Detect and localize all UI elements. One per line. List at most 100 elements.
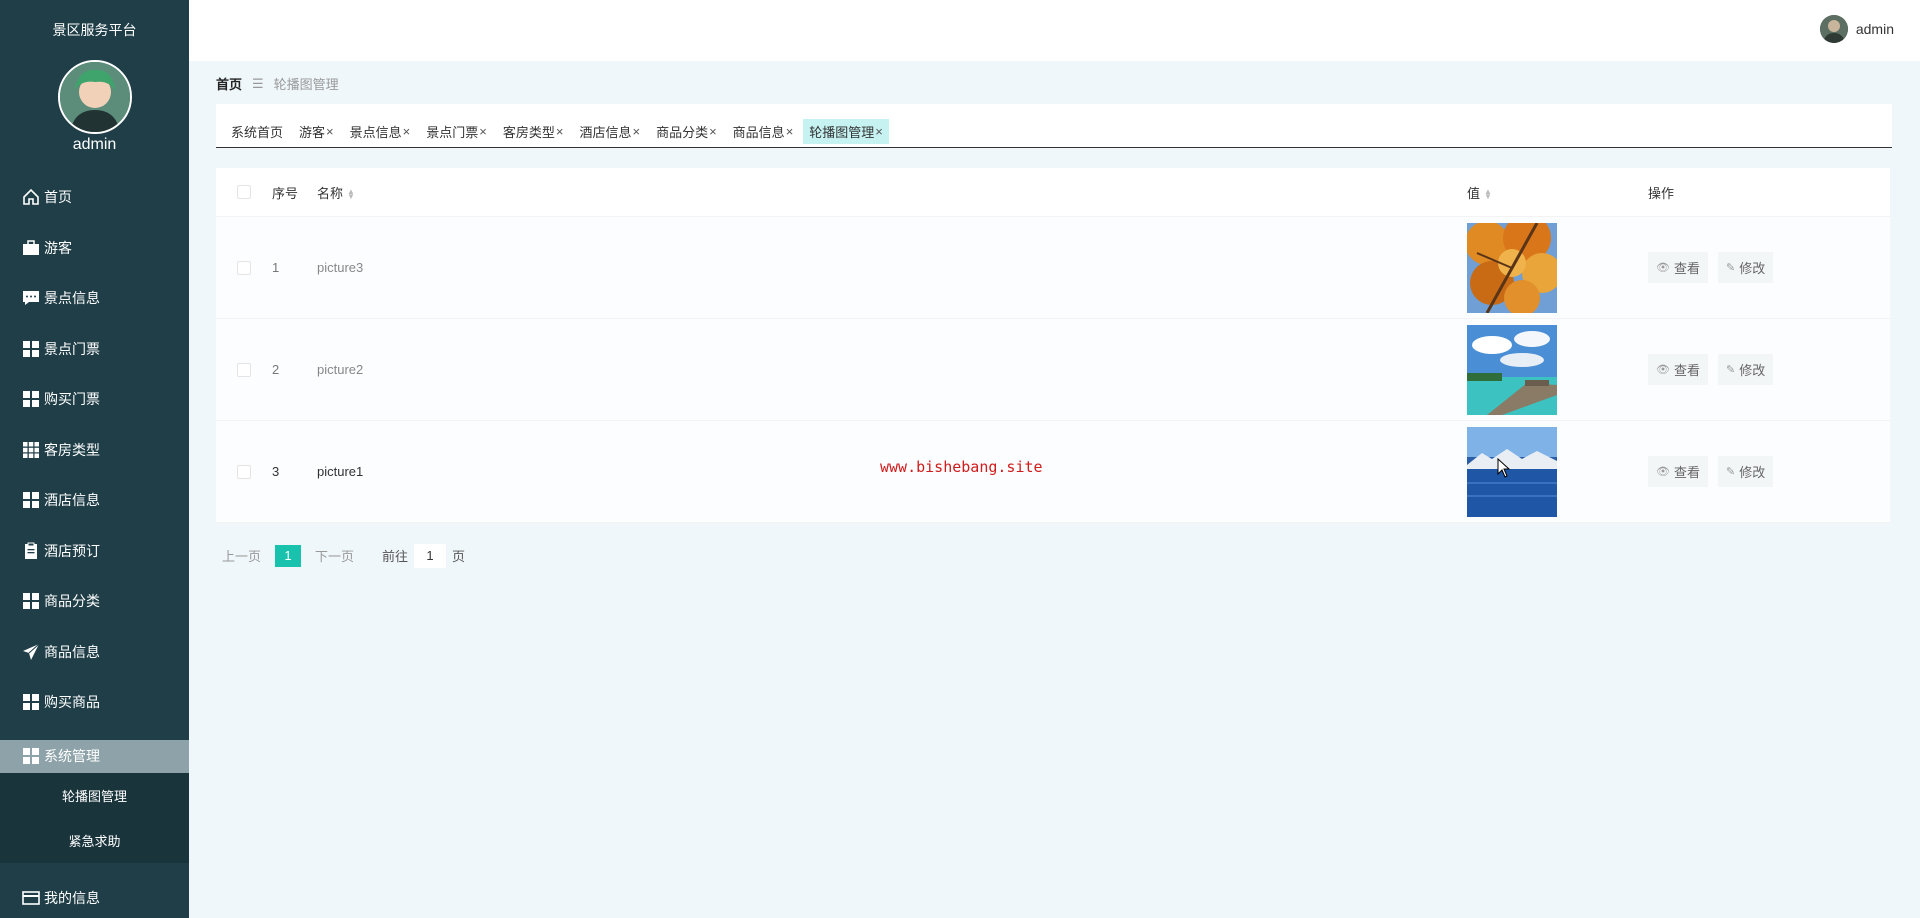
sidebar-menu: 首页 游客 景点信息 景点门票 购买门票 客房类型 酒店信息 酒店预订 商品分类… [0, 172, 189, 863]
close-icon[interactable]: × [479, 124, 487, 139]
sidebar-item-label: 游客 [44, 239, 72, 256]
prev-page-button[interactable]: 上一页 [216, 542, 267, 569]
close-icon[interactable]: × [326, 124, 334, 139]
sidebar-item-scenic-info[interactable]: 景点信息 [0, 273, 189, 324]
sidebar-item-system[interactable]: 系统管理 [0, 739, 189, 773]
tab-home[interactable]: 系统首页 [225, 119, 289, 144]
briefcase-icon [22, 239, 40, 257]
grid-icon [22, 693, 40, 711]
clipboard-icon [22, 542, 40, 560]
sidebar-item-goods-category[interactable]: 商品分类 [0, 576, 189, 627]
watermark: www.bishebang.site [880, 458, 1043, 476]
row-index: 2 [272, 362, 280, 377]
sidebar-item-label: 景点信息 [44, 290, 100, 307]
next-page-button[interactable]: 下一页 [309, 542, 360, 569]
close-icon[interactable]: × [632, 124, 640, 139]
submenu-item-emergency[interactable]: 紧急求助 [0, 818, 189, 863]
top-header: admin [189, 0, 1920, 61]
tab-label: 客房类型 [502, 125, 555, 140]
tab-scenic-info[interactable]: 景点信息 × [344, 119, 417, 144]
send-icon [22, 643, 40, 661]
edit-icon: ✎ [1725, 262, 1736, 274]
sidebar-item-tourist[interactable]: 游客 [0, 223, 189, 274]
header-index: 序号 [272, 185, 299, 201]
submenu-item-carousel[interactable]: 轮播图管理 [0, 773, 189, 818]
edit-button[interactable]: ✎ 修改 [1717, 456, 1774, 487]
wallet-icon [22, 889, 40, 907]
close-icon[interactable]: × [556, 124, 564, 139]
close-icon[interactable]: × [709, 124, 717, 139]
header-name[interactable]: 名称 ▲ ▼ [317, 183, 1467, 202]
tab-label: 系统首页 [231, 125, 284, 140]
row-checkbox[interactable] [237, 362, 251, 377]
tabs-bar: 系统首页 游客 × 景点信息 × 景点门票 × 客房类型 × 酒店信息 × 商品分类 × 商… [216, 104, 1892, 148]
close-icon[interactable]: × [786, 124, 794, 139]
sidebar-item-buy-ticket[interactable]: 购买门票 [0, 374, 189, 425]
sidebar-item-label: 商品分类 [44, 593, 100, 610]
carousel-table: 序号 名称 ▲ ▼ 值 ▲ ▼ 操作 1 picture3 👁 查看 ✎ 修改 2 pict… [216, 168, 1890, 523]
breadcrumb-home[interactable]: 首页 [216, 74, 242, 93]
view-button[interactable]: 👁 查看 [1648, 354, 1708, 385]
row-checkbox[interactable] [237, 260, 251, 275]
table-row: 3 picture1 👁 查看 ✎ 修改 [216, 421, 1890, 523]
breadcrumb: 首页 ☰ 轮播图管理 [216, 74, 339, 93]
grid-icon [22, 390, 40, 408]
tab-carousel[interactable]: 轮播图管理 × [803, 119, 889, 144]
tab-room-type[interactable]: 客房类型 × [497, 119, 570, 144]
row-checkbox[interactable] [237, 464, 251, 479]
sidebar-item-label: 商品信息 [44, 643, 100, 660]
header-avatar [1819, 15, 1848, 43]
sidebar-item-room-type[interactable]: 客房类型 [0, 425, 189, 476]
sidebar-item-label: 系统管理 [44, 748, 100, 764]
goto-page-input[interactable] [414, 543, 447, 568]
goto-label: 前往 [382, 549, 409, 564]
sort-icon[interactable]: ▲ ▼ [347, 188, 355, 201]
select-all-checkbox[interactable] [237, 185, 251, 199]
sidebar-item-hotel-booking[interactable]: 酒店预订 [0, 526, 189, 577]
tab-goods-info[interactable]: 商品信息 × [727, 119, 800, 144]
user-menu[interactable]: admin [1819, 15, 1894, 43]
breadcrumb-current: 轮播图管理 [273, 77, 339, 92]
row-name: picture2 [317, 362, 364, 377]
sidebar-item-label: 景点门票 [44, 340, 100, 357]
avatar [58, 60, 132, 134]
close-icon[interactable]: × [403, 124, 411, 139]
grid-icon [22, 491, 40, 509]
tab-label: 酒店信息 [579, 125, 632, 140]
carousel-image-lake-mountains[interactable] [1467, 426, 1557, 517]
edit-label: 修改 [1739, 465, 1766, 480]
eye-icon: 👁 [1656, 262, 1670, 274]
sidebar-item-label: 酒店信息 [44, 492, 100, 509]
grid-icon [22, 592, 40, 610]
row-name: picture3 [317, 260, 364, 275]
tab-scenic-ticket[interactable]: 景点门票 × [420, 119, 493, 144]
tab-goods-category[interactable]: 商品分类 × [650, 119, 723, 144]
home-icon [22, 188, 40, 206]
edit-icon: ✎ [1725, 364, 1736, 376]
view-label: 查看 [1673, 363, 1700, 378]
mouse-cursor-icon [1497, 458, 1511, 478]
edit-button[interactable]: ✎ 修改 [1717, 354, 1774, 385]
edit-label: 修改 [1739, 261, 1766, 276]
sidebar-item-my-info[interactable]: 我的信息 [0, 880, 189, 916]
sidebar-item-scenic-ticket[interactable]: 景点门票 [0, 324, 189, 375]
edit-button[interactable]: ✎ 修改 [1717, 252, 1774, 283]
sidebar-item-home[interactable]: 首页 [0, 172, 189, 223]
view-label: 查看 [1673, 465, 1700, 480]
carousel-image-autumn-tree[interactable] [1467, 222, 1557, 313]
sidebar-item-label: 酒店预订 [44, 542, 100, 559]
header-value[interactable]: 值 ▲ ▼ [1467, 183, 1648, 202]
sidebar-item-goods-info[interactable]: 商品信息 [0, 627, 189, 678]
sidebar-item-label: 购买门票 [44, 391, 100, 408]
view-button[interactable]: 👁 查看 [1648, 252, 1708, 283]
tab-hotel-info[interactable]: 酒店信息 × [573, 119, 646, 144]
carousel-image-beach-pier[interactable] [1467, 324, 1557, 415]
view-button[interactable]: 👁 查看 [1648, 456, 1708, 487]
sidebar-item-buy-goods[interactable]: 购买商品 [0, 677, 189, 728]
tab-tourist[interactable]: 游客 × [293, 119, 340, 144]
sidebar-item-hotel-info[interactable]: 酒店信息 [0, 475, 189, 526]
header-value-label: 值 [1467, 185, 1481, 201]
sort-icon[interactable]: ▲ ▼ [1484, 188, 1492, 201]
close-icon[interactable]: × [875, 124, 883, 139]
page-number-current[interactable]: 1 [275, 544, 302, 567]
